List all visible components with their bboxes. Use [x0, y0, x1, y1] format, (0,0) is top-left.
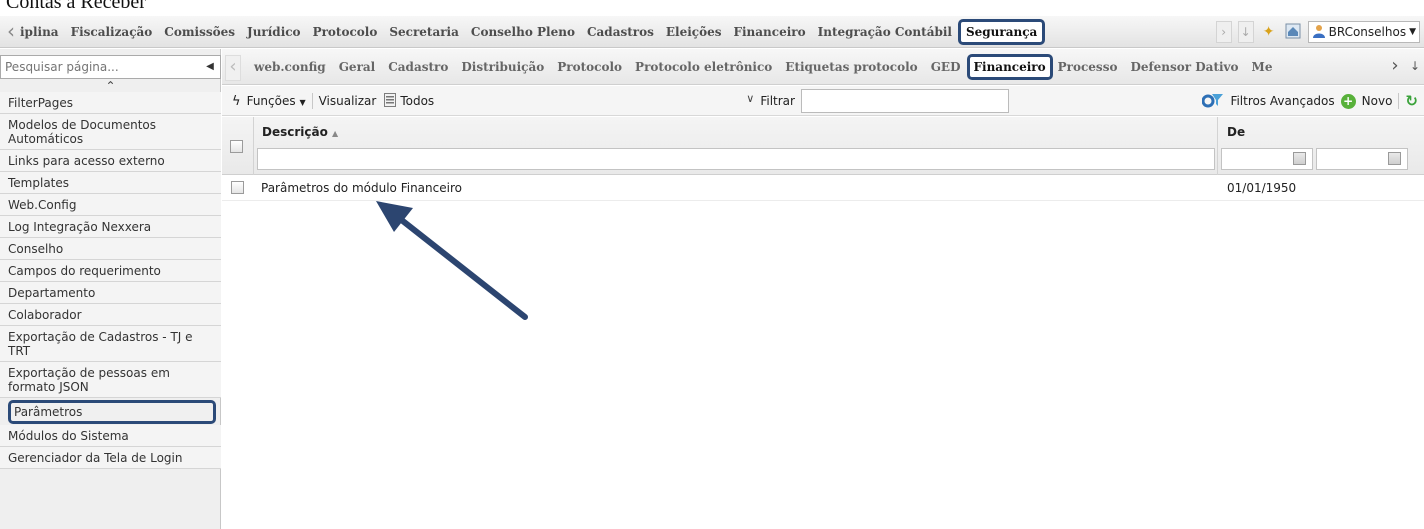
annotation-arrow [376, 201, 528, 320]
